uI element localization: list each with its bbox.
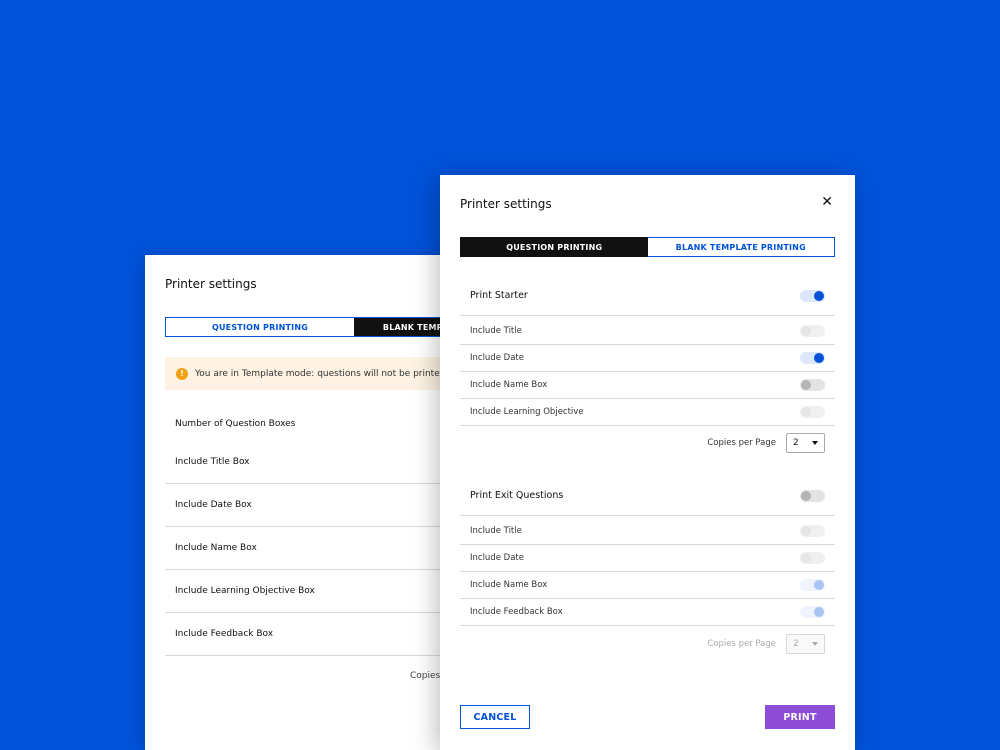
exit-copies-per-page: Copies per Page 2 [707, 634, 825, 654]
caret-down-icon [812, 441, 818, 445]
select-value: 2 [793, 438, 799, 448]
section-label: Print Exit Questions [470, 490, 564, 501]
row-label: Include Name Box [175, 543, 257, 553]
row-label: Include Date [470, 353, 524, 363]
template-mode-banner: ! You are in Template mode: questions wi… [165, 357, 445, 390]
include-date-box-row: Include Date Box [165, 484, 445, 527]
starter-include-title-toggle[interactable] [800, 325, 825, 337]
tab-question-printing[interactable]: QUESTION PRINTING [461, 238, 648, 256]
caret-down-icon [812, 642, 818, 646]
starter-copies-per-page: Copies per Page 2 [707, 433, 825, 453]
print-button[interactable]: PRINT [765, 705, 835, 729]
starter-include-learning-objective-row: Include Learning Objective [460, 399, 835, 426]
row-label: Include Title Box [175, 457, 250, 467]
banner-text: You are in Template mode: questions will… [195, 368, 445, 379]
tab-blank-template-printing[interactable]: BLANK TEMPLATE PRINTING [647, 237, 835, 257]
exit-include-name-box-toggle[interactable] [800, 579, 825, 591]
starter-include-learning-objective-toggle[interactable] [800, 406, 825, 418]
row-label: Include Date [470, 553, 524, 563]
row-label: Include Date Box [175, 500, 252, 510]
warning-icon: ! [176, 367, 188, 380]
starter-include-date-row: Include Date [460, 345, 835, 372]
print-starter-toggle[interactable] [800, 289, 825, 302]
tab-blank-template-printing[interactable]: BLANK TEMPLATE PRINTING [354, 318, 445, 336]
row-label: Include Feedback Box [470, 607, 563, 617]
starter-include-date-toggle[interactable] [800, 352, 825, 364]
copies-label: Copies per Page [707, 639, 776, 649]
row-label: Include Title [470, 526, 522, 536]
print-mode-tabs: QUESTION PRINTING BLANK TEMPLATE PRINTIN… [165, 317, 445, 337]
row-label: Include Title [470, 326, 522, 336]
select-value: 2 [793, 639, 799, 649]
exit-include-feedback-box-row: Include Feedback Box [460, 599, 835, 626]
cancel-button[interactable]: CANCEL [460, 705, 530, 729]
background-printer-settings-dialog: Printer settings QUESTION PRINTING BLANK… [145, 255, 445, 750]
row-label: Include Learning Objective [470, 407, 584, 417]
number-of-question-boxes-label: Number of Question Boxes [175, 419, 296, 429]
exit-include-title-toggle[interactable] [800, 525, 825, 537]
print-starter-section: Print Starter [460, 276, 835, 316]
exit-copies-select[interactable]: 2 [786, 634, 825, 654]
close-icon[interactable]: ✕ [821, 195, 833, 209]
include-learning-objective-box-row: Include Learning Objective Box [165, 570, 445, 613]
starter-copies-select[interactable]: 2 [786, 433, 825, 453]
exit-include-name-box-row: Include Name Box [460, 572, 835, 599]
exit-include-date-row: Include Date [460, 545, 835, 572]
exit-include-title-row: Include Title [460, 518, 835, 545]
dialog-title: Printer settings [460, 197, 552, 211]
copies-label: Copies per Page [707, 438, 776, 448]
printer-settings-dialog: Printer settings ✕ QUESTION PRINTING BLA… [440, 175, 855, 750]
row-label: Include Name Box [470, 380, 548, 390]
include-title-box-row: Include Title Box [165, 441, 445, 484]
row-label: Include Name Box [470, 580, 548, 590]
print-mode-tabs: QUESTION PRINTING BLANK TEMPLATE PRINTIN… [460, 237, 835, 257]
include-name-box-row: Include Name Box [165, 527, 445, 570]
include-feedback-box-row: Include Feedback Box [165, 613, 445, 656]
row-label: Include Feedback Box [175, 629, 274, 639]
starter-include-title-row: Include Title [460, 318, 835, 345]
dialog-title: Printer settings [165, 277, 257, 291]
exit-include-date-toggle[interactable] [800, 552, 825, 564]
print-exit-questions-toggle[interactable] [800, 489, 825, 502]
section-label: Print Starter [470, 290, 528, 301]
row-label: Include Learning Objective Box [175, 586, 315, 596]
starter-include-name-box-row: Include Name Box [460, 372, 835, 399]
exit-include-feedback-box-toggle[interactable] [800, 606, 825, 618]
print-exit-questions-section: Print Exit Questions [460, 476, 835, 516]
tab-question-printing[interactable]: QUESTION PRINTING [166, 318, 354, 336]
starter-include-name-box-toggle[interactable] [800, 379, 825, 391]
